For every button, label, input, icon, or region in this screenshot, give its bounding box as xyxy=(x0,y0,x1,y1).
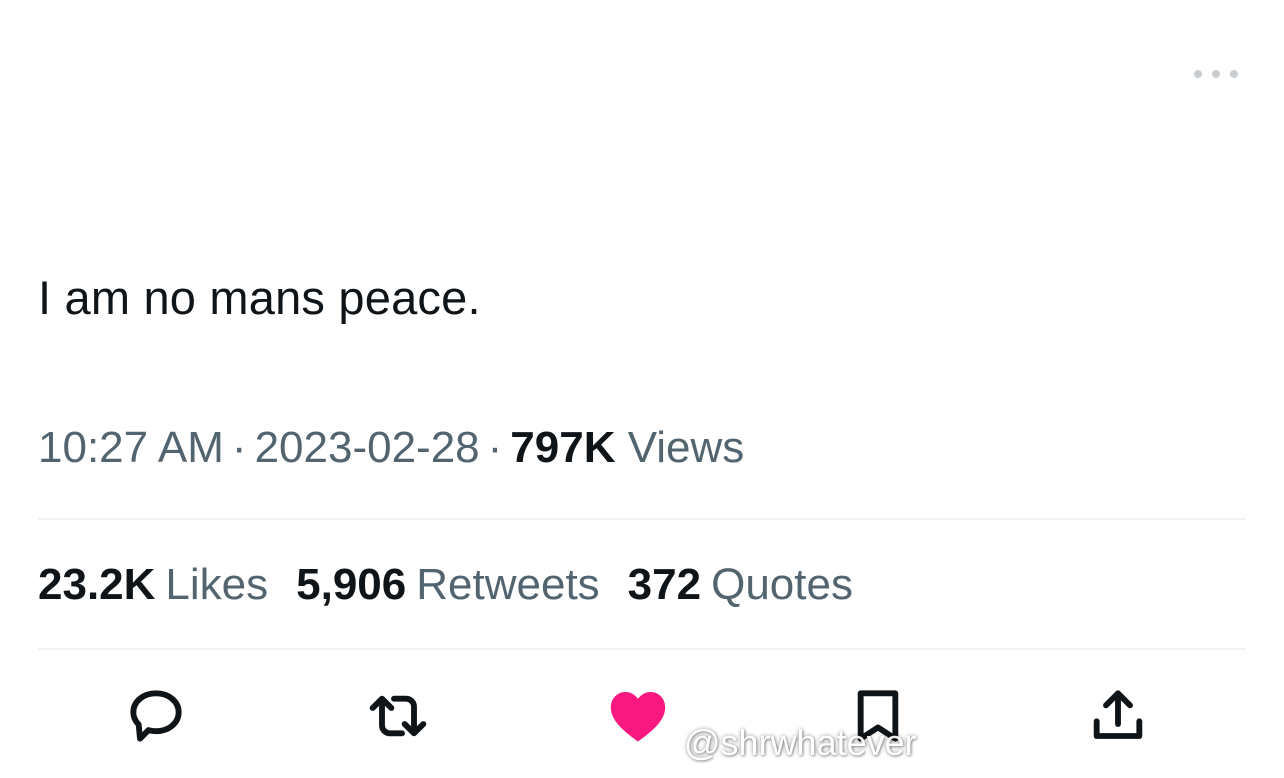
watermark-handle: @shrwhatever xyxy=(684,722,917,763)
quotes-count: 372 xyxy=(627,560,702,609)
divider xyxy=(38,648,1246,650)
divider xyxy=(38,518,1246,520)
likes-count: 23.2K xyxy=(38,560,156,609)
retweets-stat[interactable]: 5,906 Retweets xyxy=(296,556,600,614)
share-button[interactable] xyxy=(1082,680,1154,752)
tweet-meta: 10:27 AM · 2023-02-28 · 797K Views xyxy=(38,420,744,476)
ellipsis-icon xyxy=(1194,70,1238,78)
likes-stat[interactable]: 23.2K Likes xyxy=(38,556,268,614)
share-icon xyxy=(1093,690,1143,739)
meta-separator: · xyxy=(487,423,503,472)
tweet-stats: 23.2K Likes 5,906 Retweets 372 Quotes xyxy=(38,556,881,614)
watermark-overlay: @shrwhatever xyxy=(644,718,917,768)
more-options-button[interactable] xyxy=(1188,62,1244,86)
tweet-text: I am no mans peace. xyxy=(38,271,481,324)
retweets-label: Retweets xyxy=(416,560,600,609)
views-count: 797K xyxy=(510,423,616,472)
quotes-stat[interactable]: 372 Quotes xyxy=(628,556,853,614)
likes-label: Likes xyxy=(165,560,269,609)
reply-button[interactable] xyxy=(120,680,192,752)
tweet-time[interactable]: 10:27 AM xyxy=(38,423,224,472)
views-label: Views xyxy=(627,423,745,472)
tweet-date[interactable]: 2023-02-28 xyxy=(255,423,480,472)
retweet-icon xyxy=(369,695,427,737)
retweet-button[interactable] xyxy=(362,680,434,752)
quotes-label: Quotes xyxy=(711,560,853,609)
tiktok-icon xyxy=(648,723,676,758)
reply-icon xyxy=(130,690,182,742)
retweets-count: 5,906 xyxy=(296,560,407,609)
action-bar xyxy=(0,680,1284,770)
meta-separator: · xyxy=(231,423,247,472)
